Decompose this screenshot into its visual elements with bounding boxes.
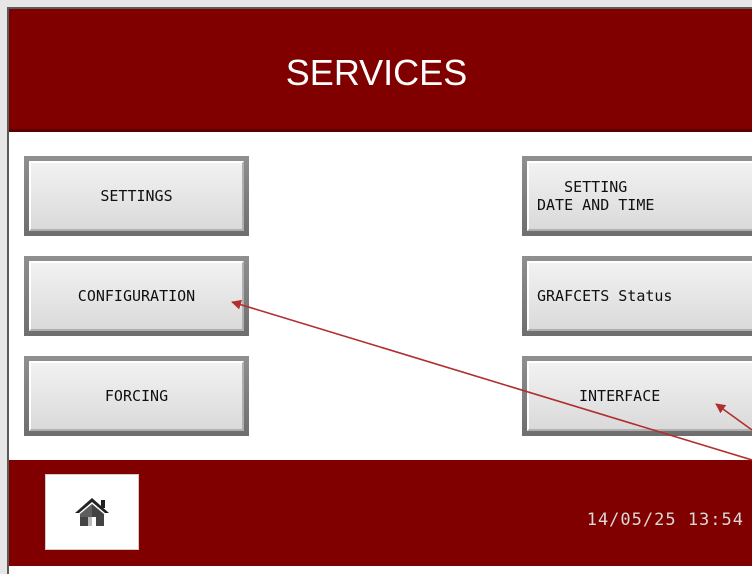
- annotation-arrow-configuration: [231, 299, 752, 461]
- annotation-arrow-interface: [715, 403, 752, 431]
- annotation-arrows: [231, 299, 752, 461]
